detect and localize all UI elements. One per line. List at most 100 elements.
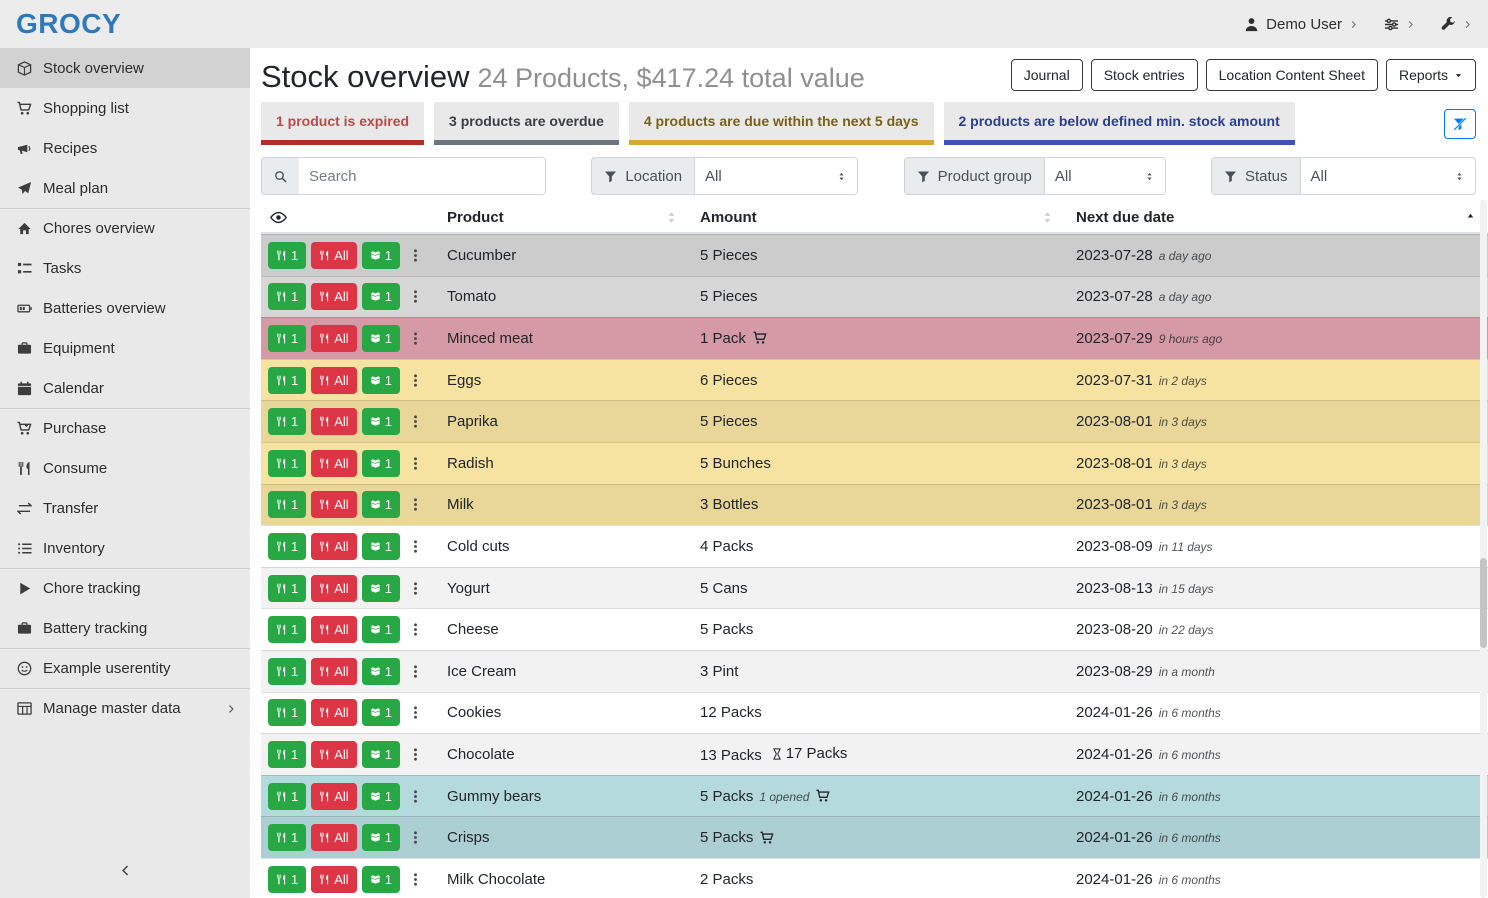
sidebar-collapse-button[interactable] [0,850,250,898]
location-filter-select[interactable]: All [694,157,858,195]
open-one-button[interactable]: 1 [362,325,400,352]
sidebar-item-battery-tracking[interactable]: Battery tracking [0,608,250,648]
consume-all-button[interactable]: All [311,658,356,685]
sidebar-item-consume[interactable]: Consume [0,448,250,488]
product-name[interactable]: Cucumber [447,247,700,264]
consume-one-button[interactable]: 1 [268,408,306,435]
consume-all-button[interactable]: All [311,533,356,560]
product-name[interactable]: Eggs [447,372,700,389]
column-header-next-due-date[interactable]: Next due date [1076,209,1488,226]
consume-one-button[interactable]: 1 [268,658,306,685]
admin-menu[interactable] [1441,17,1472,32]
row-menu-button[interactable] [405,497,426,512]
consume-one-button[interactable]: 1 [268,741,306,768]
consume-one-button[interactable]: 1 [268,283,306,310]
open-one-button[interactable]: 1 [362,699,400,726]
row-menu-button[interactable] [405,373,426,388]
consume-one-button[interactable]: 1 [268,450,306,477]
app-logo[interactable]: GROCY [16,8,121,40]
consume-all-button[interactable]: All [311,616,356,643]
sidebar-item-tasks[interactable]: Tasks [0,248,250,288]
consume-all-button[interactable]: All [311,866,356,893]
open-one-button[interactable]: 1 [362,533,400,560]
open-one-button[interactable]: 1 [362,491,400,518]
consume-all-button[interactable]: All [311,699,356,726]
consume-one-button[interactable]: 1 [268,325,306,352]
consume-all-button[interactable]: All [311,450,356,477]
consume-one-button[interactable]: 1 [268,491,306,518]
consume-one-button[interactable]: 1 [268,616,306,643]
sidebar-item-meal-plan[interactable]: Meal plan [0,168,250,208]
row-menu-button[interactable] [405,622,426,637]
consume-all-button[interactable]: All [311,824,356,851]
consume-one-button[interactable]: 1 [268,575,306,602]
open-one-button[interactable]: 1 [362,741,400,768]
sidebar-item-chore-tracking[interactable]: Chore tracking [0,568,250,608]
sidebar-item-transfer[interactable]: Transfer [0,488,250,528]
consume-all-button[interactable]: All [311,367,356,394]
open-one-button[interactable]: 1 [362,450,400,477]
product-name[interactable]: Milk [447,496,700,513]
product-name[interactable]: Ice Cream [447,663,700,680]
row-menu-button[interactable] [405,456,426,471]
column-header-visibility[interactable] [261,209,447,226]
open-one-button[interactable]: 1 [362,824,400,851]
row-menu-button[interactable] [405,248,426,263]
sidebar-item-manage-master-data[interactable]: Manage master data [0,688,250,728]
row-menu-button[interactable] [405,872,426,887]
open-one-button[interactable]: 1 [362,866,400,893]
stock-entries-button[interactable]: Stock entries [1091,59,1198,91]
product-name[interactable]: Radish [447,455,700,472]
scrollbar[interactable] [1480,200,1487,898]
search-input[interactable] [299,157,546,195]
sidebar-item-purchase[interactable]: Purchase [0,408,250,448]
column-header-product[interactable]: Product [447,209,700,226]
row-menu-button[interactable] [405,705,426,720]
open-one-button[interactable]: 1 [362,658,400,685]
column-header-amount[interactable]: Amount [700,209,1076,226]
row-menu-button[interactable] [405,581,426,596]
sidebar-item-stock-overview[interactable]: Stock overview [0,48,250,88]
location-content-sheet-button[interactable]: Location Content Sheet [1206,59,1378,91]
consume-all-button[interactable]: All [311,741,356,768]
consume-one-button[interactable]: 1 [268,699,306,726]
status-filter-below-min[interactable]: 2 products are below defined min. stock … [944,102,1295,145]
consume-all-button[interactable]: All [311,325,356,352]
row-menu-button[interactable] [405,789,426,804]
sidebar-item-equipment[interactable]: Equipment [0,328,250,368]
consume-all-button[interactable]: All [311,491,356,518]
product-name[interactable]: Minced meat [447,330,700,347]
consume-one-button[interactable]: 1 [268,533,306,560]
open-one-button[interactable]: 1 [362,367,400,394]
consume-all-button[interactable]: All [311,783,356,810]
open-one-button[interactable]: 1 [362,575,400,602]
consume-one-button[interactable]: 1 [268,866,306,893]
product-name[interactable]: Gummy bears [447,788,700,805]
product-name[interactable]: Milk Chocolate [447,871,700,888]
consume-all-button[interactable]: All [311,242,356,269]
row-menu-button[interactable] [405,414,426,429]
sidebar-item-inventory[interactable]: Inventory [0,528,250,568]
consume-one-button[interactable]: 1 [268,242,306,269]
status-filter-due-soon[interactable]: 4 products are due within the next 5 day… [629,102,934,145]
row-menu-button[interactable] [405,289,426,304]
product-name[interactable]: Yogurt [447,580,700,597]
status-filter-overdue[interactable]: 3 products are overdue [434,102,619,145]
row-menu-button[interactable] [405,539,426,554]
scrollbar-thumb[interactable] [1480,558,1487,648]
open-one-button[interactable]: 1 [362,616,400,643]
product-name[interactable]: Cheese [447,621,700,638]
product-name[interactable]: Chocolate [447,746,700,763]
consume-one-button[interactable]: 1 [268,783,306,810]
consume-one-button[interactable]: 1 [268,824,306,851]
open-one-button[interactable]: 1 [362,283,400,310]
row-menu-button[interactable] [405,664,426,679]
consume-all-button[interactable]: All [311,408,356,435]
sidebar-item-shopping-list[interactable]: Shopping list [0,88,250,128]
settings-menu[interactable] [1384,17,1415,32]
consume-all-button[interactable]: All [311,575,356,602]
open-one-button[interactable]: 1 [362,408,400,435]
consume-all-button[interactable]: All [311,283,356,310]
product-name[interactable]: Paprika [447,413,700,430]
user-menu[interactable]: Demo User [1244,16,1358,33]
